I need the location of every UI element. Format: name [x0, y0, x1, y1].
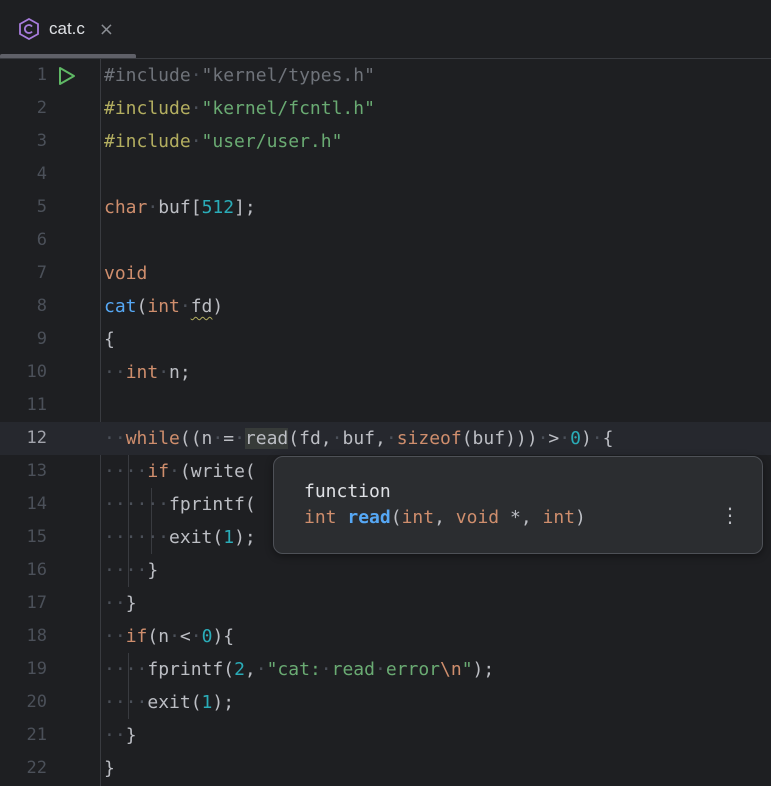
line-number: 1	[36, 65, 47, 85]
warning-squiggle: fd	[190, 296, 213, 317]
code-line[interactable]: 18 ··if(n·<·0){	[0, 620, 771, 653]
code-line[interactable]: 9 {	[0, 323, 771, 356]
tab-filename: cat.c	[49, 19, 85, 38]
code-line[interactable]: 20 ····exit(1);	[0, 686, 771, 719]
line-number: 15	[26, 527, 47, 547]
code-line[interactable]: 5 char·buf[512];	[0, 191, 771, 224]
function-signature: int read(int, void *, int)	[304, 507, 586, 528]
editor-tab-bar: cat.c ×	[0, 0, 771, 59]
code-line[interactable]: 3 #include·"user/user.h"	[0, 125, 771, 158]
current-code-line[interactable]: 12 ··while((n·=·read(fd,·buf,·sizeof(buf…	[0, 422, 771, 455]
line-number: 9	[36, 329, 47, 349]
line-number: 3	[36, 131, 47, 151]
run-icon[interactable]	[58, 66, 76, 86]
quick-documentation-popup: function int read(int, void *, int) ⋮	[273, 456, 763, 554]
code-line[interactable]: 10 ··int·n;	[0, 356, 771, 389]
line-number: 5	[36, 197, 47, 217]
code-line[interactable]: 2 #include·"kernel/fcntl.h"	[0, 92, 771, 125]
code-line[interactable]: 8 cat(int·fd)	[0, 290, 771, 323]
line-number: 2	[36, 98, 47, 118]
code-line[interactable]: 11	[0, 389, 771, 422]
code-line[interactable]: 19 ····fprintf(2,·"cat:·read·error\n");	[0, 653, 771, 686]
line-number: 4	[36, 164, 47, 184]
line-number: 8	[36, 296, 47, 316]
line-number: 17	[26, 593, 47, 613]
hovered-symbol-read: read	[244, 428, 289, 449]
line-number: 6	[36, 230, 47, 250]
line-number: 11	[26, 395, 47, 415]
code-line[interactable]: 21 ··}	[0, 719, 771, 752]
line-number: 22	[26, 758, 47, 778]
line-number: 16	[26, 560, 47, 580]
tab-cat-c[interactable]: cat.c ×	[18, 14, 114, 44]
more-options-icon[interactable]: ⋮	[720, 503, 740, 527]
code-line[interactable]: 16 ····}	[0, 554, 771, 587]
code-line[interactable]: 22 }	[0, 752, 771, 785]
line-number: 13	[26, 461, 47, 481]
line-number: 14	[26, 494, 47, 514]
symbol-kind: function	[304, 481, 391, 502]
close-icon[interactable]: ×	[99, 19, 114, 40]
c-language-icon	[19, 18, 39, 40]
line-number: 20	[26, 692, 47, 712]
line-number: 12	[26, 428, 47, 448]
line-number: 21	[26, 725, 47, 745]
line-number: 19	[26, 659, 47, 679]
code-line[interactable]: 7 void	[0, 257, 771, 290]
line-number: 10	[26, 362, 47, 382]
code-line[interactable]: 6	[0, 224, 771, 257]
code-line[interactable]: 1 #include·"kernel/types.h"	[0, 59, 771, 92]
line-number: 7	[36, 263, 47, 283]
code-line[interactable]: 4	[0, 158, 771, 191]
code-line[interactable]: 17 ··}	[0, 587, 771, 620]
line-number: 18	[26, 626, 47, 646]
